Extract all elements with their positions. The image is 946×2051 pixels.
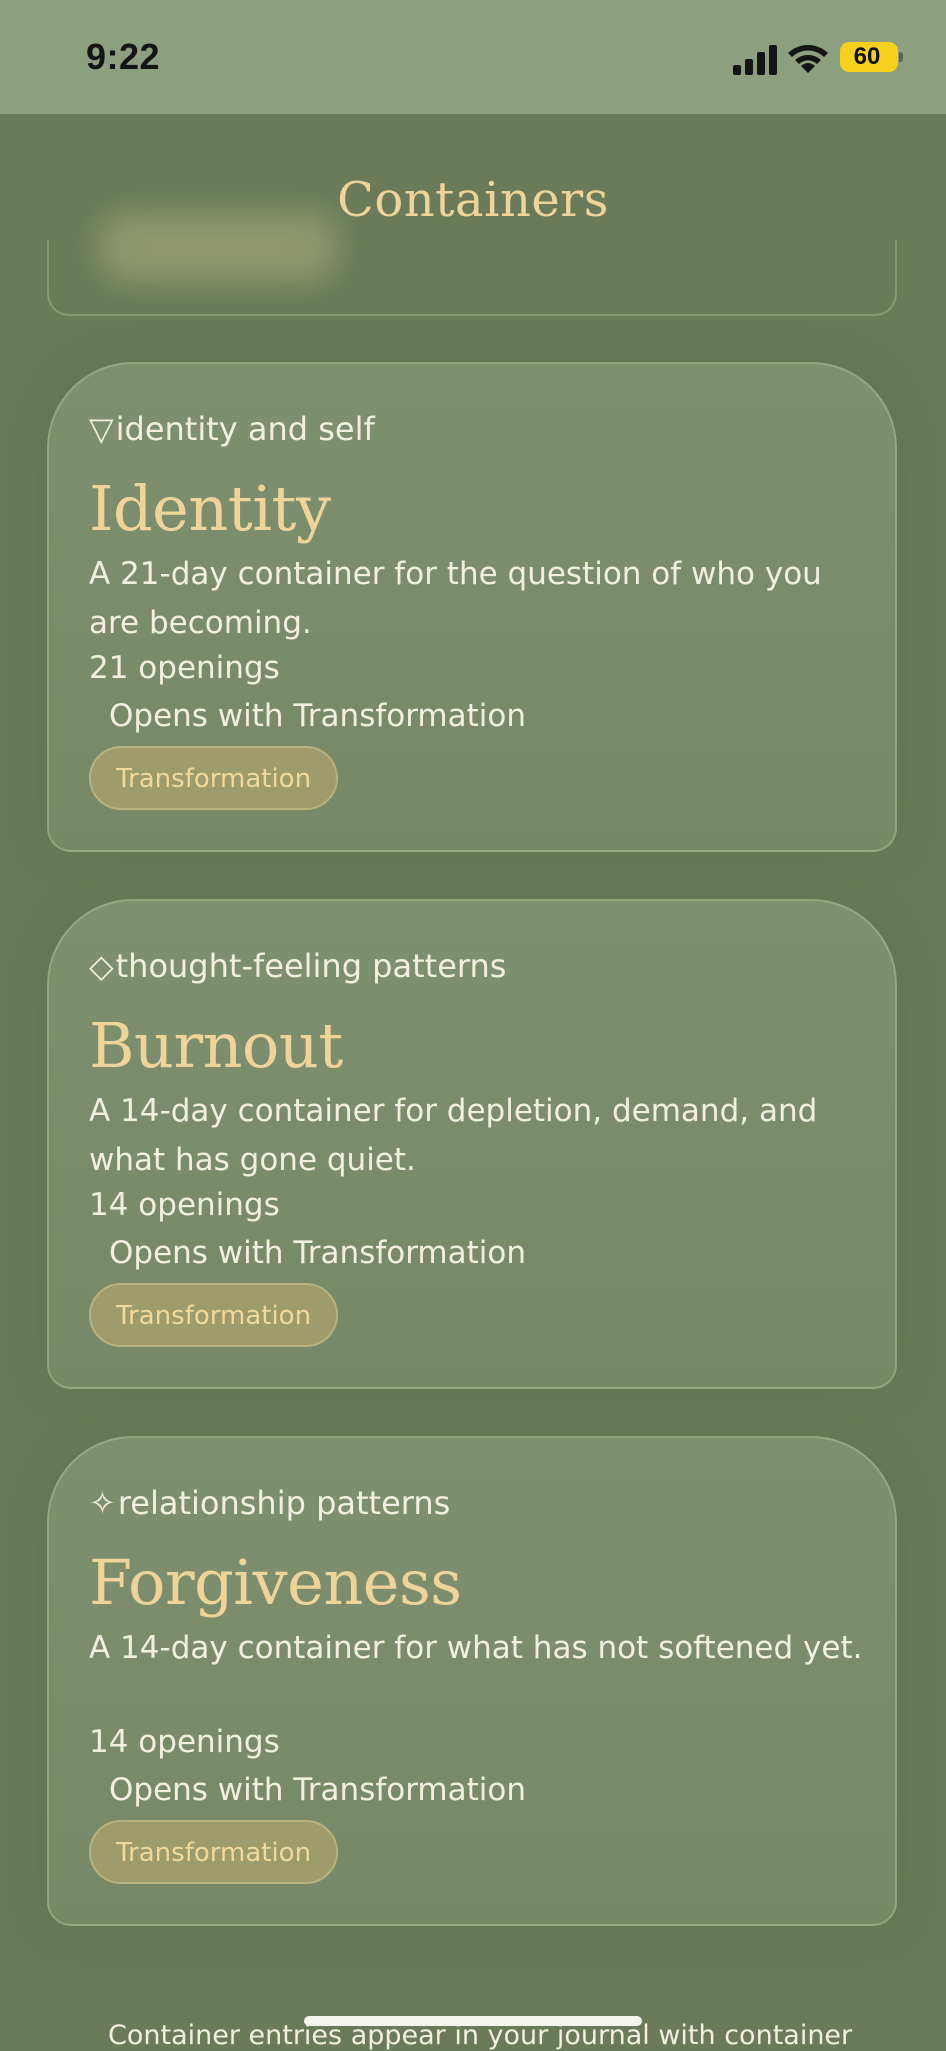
card-category-label: relationship patterns [117, 1484, 451, 1522]
card-openings: 21 openings [89, 650, 280, 686]
card-tag-button[interactable]: Transformation [89, 1283, 339, 1347]
card-title: Burnout [89, 1009, 343, 1082]
card-title: Forgiveness [89, 1546, 462, 1619]
page-title: Containers [337, 172, 609, 228]
card-title: Identity [89, 472, 331, 545]
card-category-label: thought-feeling patterns [115, 947, 507, 985]
card-category-label: identity and self [115, 410, 375, 448]
container-card-forgiveness[interactable]: ✧relationship patterns Forgiveness A 14-… [47, 1436, 897, 1926]
card-tag-button[interactable]: Transformation [89, 746, 339, 810]
card-openings: 14 openings [89, 1724, 280, 1760]
previous-card-edge [47, 240, 897, 316]
card-opens-with: Opens with Transformation [109, 1772, 527, 1808]
cellular-signal-icon [733, 45, 777, 75]
card-tag-button[interactable]: Transformation [89, 1820, 339, 1884]
card-description: A 21-day container for the question of w… [89, 556, 822, 641]
home-indicator[interactable] [304, 2016, 642, 2026]
wifi-icon [788, 45, 828, 73]
card-category: ◇thought-feeling patterns [89, 947, 506, 985]
card-opens-with: Opens with Transformation [109, 698, 527, 734]
card-opens-with: Opens with Transformation [109, 1235, 527, 1271]
card-category: ✧relationship patterns [89, 1484, 450, 1522]
card-category: ▽identity and self [89, 410, 375, 448]
card-description: A 14-day container for what has not soft… [89, 1630, 863, 1666]
card-openings: 14 openings [89, 1187, 280, 1223]
triangle-icon: ▽ [89, 410, 114, 448]
card-description: A 14-day container for depletion, demand… [89, 1093, 818, 1178]
diamond-icon: ◇ [89, 947, 114, 985]
status-time: 9:22 [86, 36, 161, 77]
sparkle-icon: ✧ [89, 1484, 116, 1522]
container-card-identity[interactable]: ▽identity and self Identity A 21-day con… [47, 362, 897, 852]
container-card-burnout[interactable]: ◇thought-feeling patterns Burnout A 14-d… [47, 899, 897, 1389]
status-bar: 9:22 60 [0, 0, 946, 114]
battery-indicator: 60 [840, 42, 903, 72]
